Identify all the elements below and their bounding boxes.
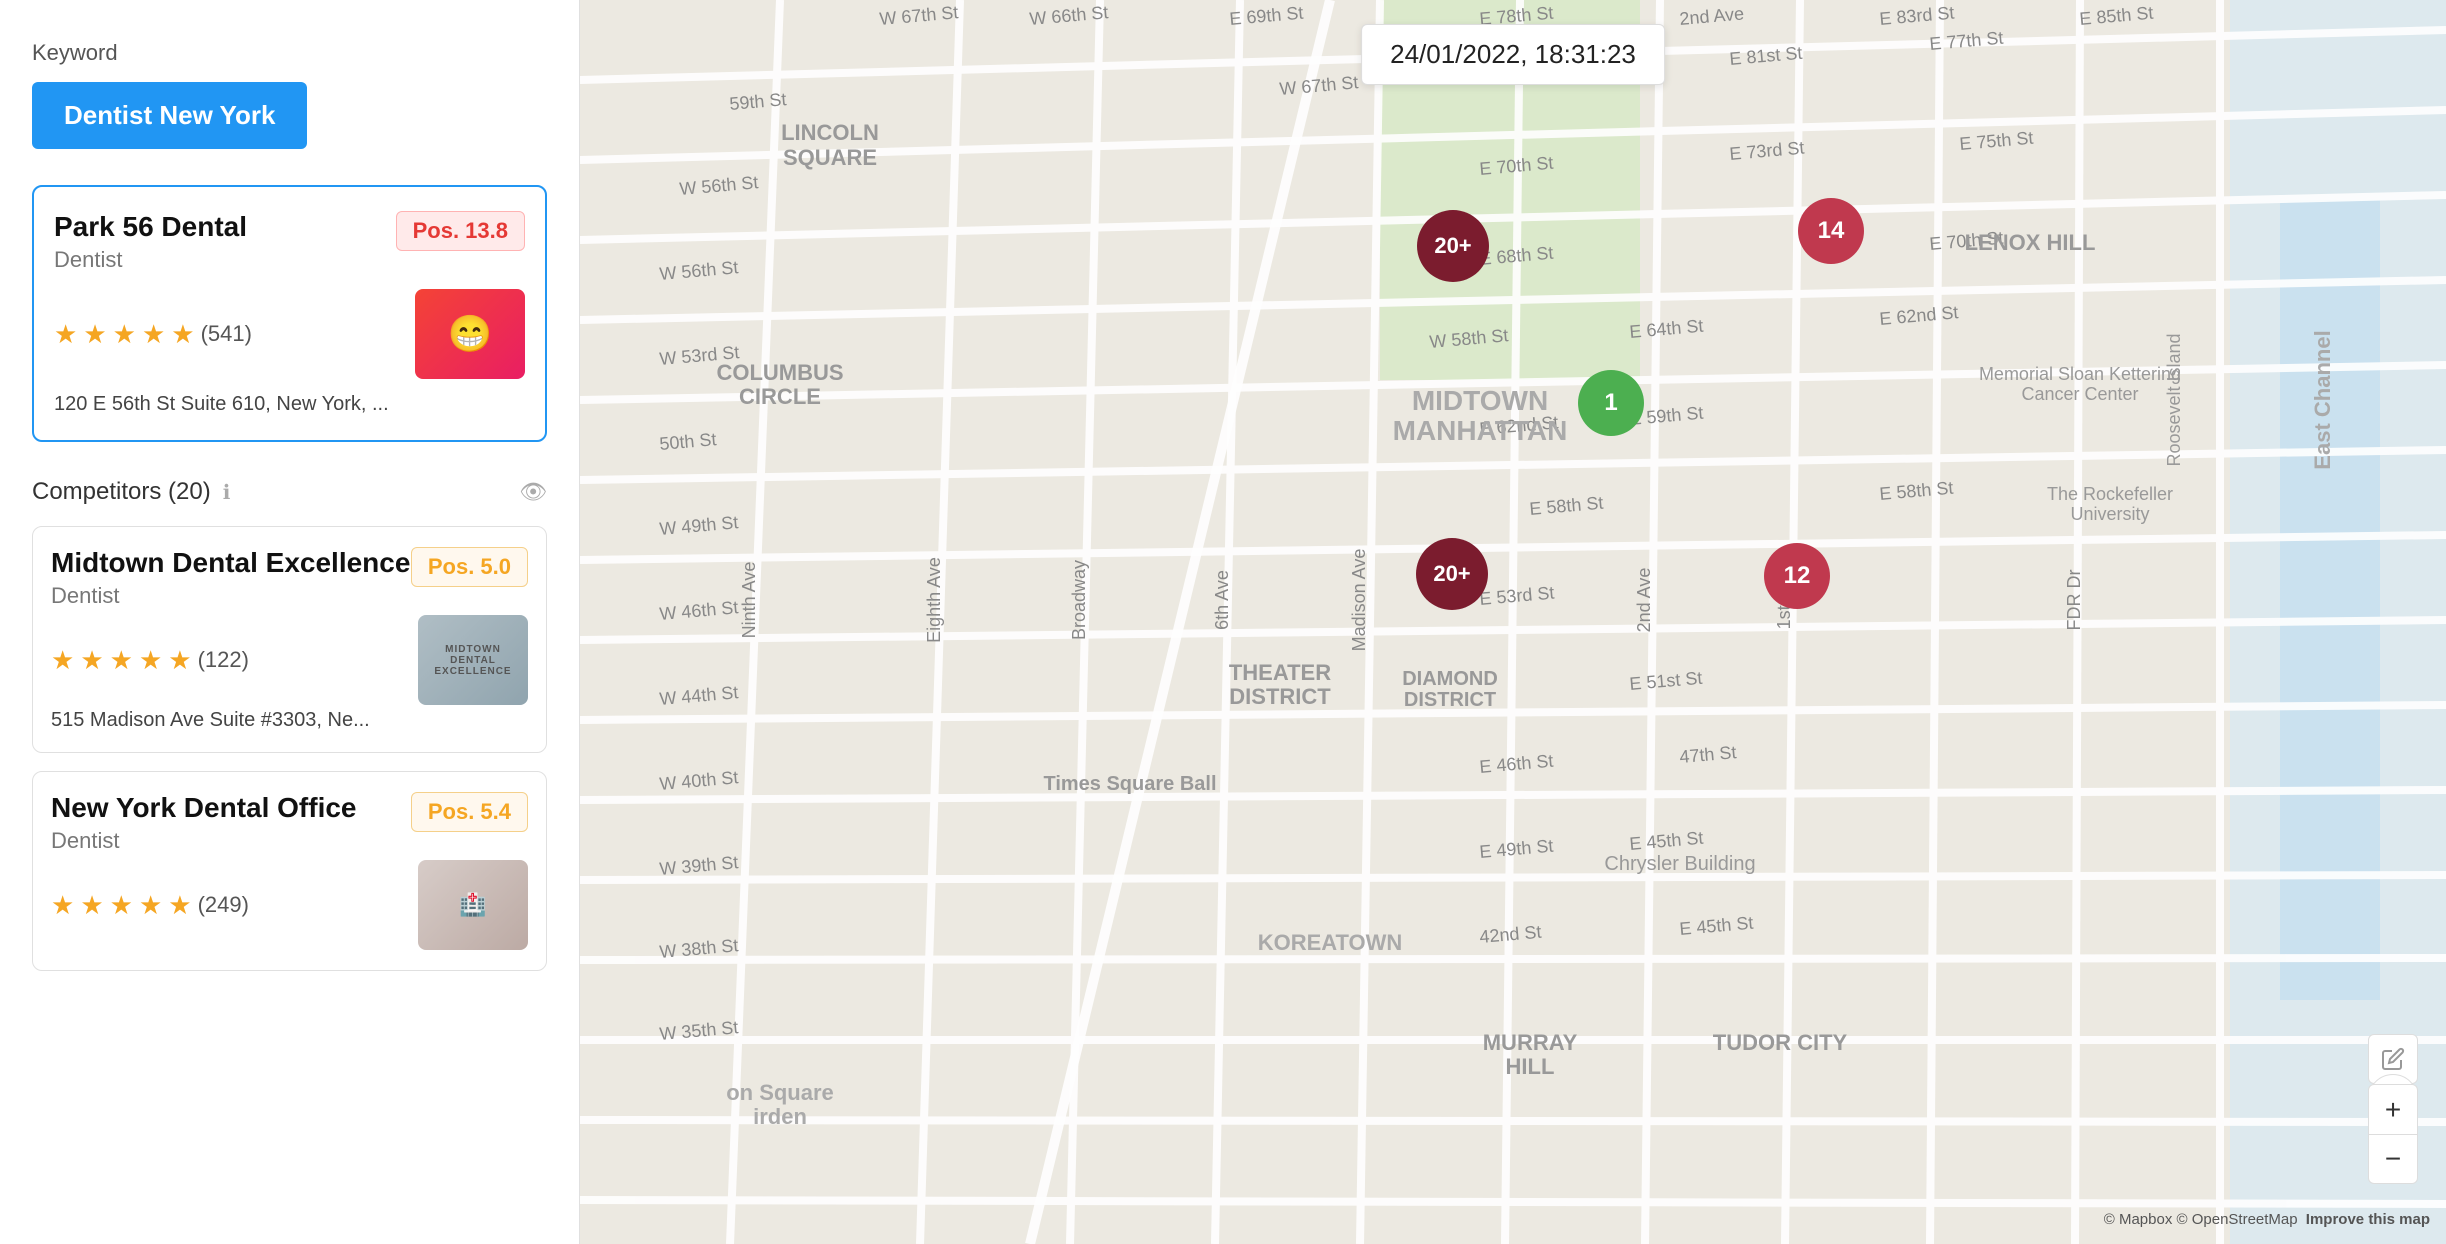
svg-text:HILL: HILL [1506, 1054, 1555, 1079]
competitor-info-1: Midtown Dental Excellence Dentist [51, 547, 410, 609]
business-type: Dentist [54, 247, 247, 273]
map-svg: W 67th St W 66th St E 69th St E 78th St … [580, 0, 2446, 1244]
svg-text:East Channel: East Channel [2310, 330, 2335, 469]
c2-star-3: ★ [110, 890, 133, 921]
svg-text:6th Ave: 6th Ave [1212, 570, 1232, 630]
competitor-image-2: 🏥 [418, 860, 528, 950]
stars-row: ★ ★ ★ ★ ★ (541) [54, 319, 252, 350]
left-panel: Keyword Dentist New York Park 56 Dental … [0, 0, 580, 1244]
competitor-image-1: MIDTOWNDENTAL EXCELLENCE [418, 615, 528, 705]
competitors-header: Competitors (20) ℹ 👁 [32, 478, 547, 506]
svg-text:Broadway: Broadway [1069, 560, 1089, 640]
competitors-title: Competitors (20) [32, 478, 211, 506]
svg-text:THEATER: THEATER [1229, 660, 1331, 685]
competitor-address-1: 515 Madison Ave Suite #3303, Ne... [51, 709, 528, 732]
star-4: ★ [142, 319, 165, 350]
svg-text:Ninth Ave: Ninth Ave [739, 562, 759, 639]
position-badge: Pos. 13.8 [396, 211, 525, 251]
c2-star-2: ★ [80, 890, 103, 921]
zoom-in-button[interactable]: + [2368, 1084, 2418, 1134]
c1-star-half: ★ [168, 645, 191, 676]
map-pin-3[interactable]: 1 [1578, 370, 1644, 436]
c1-star-2: ★ [80, 645, 103, 676]
c2-star-1: ★ [51, 890, 74, 921]
svg-text:Madison Ave: Madison Ave [1349, 549, 1369, 652]
competitor-name-2: New York Dental Office [51, 792, 357, 824]
svg-text:DIAMOND: DIAMOND [1402, 668, 1498, 690]
map-zoom-controls: + − [2368, 1084, 2418, 1184]
info-icon[interactable]: ℹ [223, 480, 231, 505]
c1-star-3: ★ [110, 645, 133, 676]
business-name: Park 56 Dental [54, 211, 247, 243]
c2-star-4: ★ [139, 890, 162, 921]
svg-text:University: University [2070, 504, 2149, 524]
competitor-pos-1: Pos. 5.0 [411, 547, 528, 587]
svg-text:COLUMBUS: COLUMBUS [716, 360, 843, 385]
svg-text:LINCOLN: LINCOLN [781, 120, 879, 145]
improve-map-link[interactable]: Improve this map [2306, 1211, 2430, 1228]
star-2: ★ [83, 319, 106, 350]
svg-text:Roosevelt Island: Roosevelt Island [2164, 333, 2184, 466]
svg-text:irden: irden [753, 1104, 807, 1129]
main-result-card: Park 56 Dental Dentist Pos. 13.8 ★ ★ ★ ★… [32, 185, 547, 442]
competitor-card-row: Midtown Dental Excellence Dentist Pos. 5… [51, 547, 528, 609]
svg-text:TUDOR CITY: TUDOR CITY [1713, 1030, 1848, 1055]
star-1: ★ [54, 319, 77, 350]
competitor-name-1: Midtown Dental Excellence [51, 547, 410, 579]
map-pin-1[interactable]: 20+ [1417, 210, 1489, 282]
map-pin-2[interactable]: 14 [1798, 198, 1864, 264]
keyword-button[interactable]: Dentist New York [32, 82, 307, 149]
svg-text:Eighth Ave: Eighth Ave [924, 557, 944, 643]
c2-star-half: ★ [168, 890, 191, 921]
business-address: 120 E 56th St Suite 610, New York, ... [54, 393, 525, 416]
svg-text:Chrysler Building: Chrysler Building [1604, 853, 1755, 875]
competitor-type-2: Dentist [51, 828, 357, 854]
competitor-pos-2: Pos. 5.4 [411, 792, 528, 832]
svg-text:SQUARE: SQUARE [783, 145, 877, 170]
competitor-middle-2: ★ ★ ★ ★ ★ (249) 🏥 [51, 860, 528, 950]
competitor-type-1: Dentist [51, 583, 410, 609]
competitor-stars-2: ★ ★ ★ ★ ★ (249) [51, 890, 249, 921]
c1-star-1: ★ [51, 645, 74, 676]
map-attribution: © Mapbox © OpenStreetMap Improve this ma… [2104, 1211, 2430, 1228]
review-count: (541) [201, 321, 252, 347]
zoom-out-button[interactable]: − [2368, 1134, 2418, 1184]
competitor-info-2: New York Dental Office Dentist [51, 792, 357, 854]
svg-text:CIRCLE: CIRCLE [739, 384, 821, 409]
business-image: 😁 [415, 289, 525, 379]
card-middle: ★ ★ ★ ★ ★ (541) 😁 [54, 289, 525, 379]
competitor-middle-1: ★ ★ ★ ★ ★ (122) MIDTOWNDENTAL EXCELLENCE [51, 615, 528, 705]
svg-text:DISTRICT: DISTRICT [1404, 689, 1496, 711]
svg-text:MIDTOWN: MIDTOWN [1412, 385, 1548, 416]
card-top: Park 56 Dental Dentist Pos. 13.8 [54, 211, 525, 273]
map-pin-4[interactable]: 20+ [1416, 538, 1488, 610]
c2-review-count: (249) [198, 892, 249, 918]
competitor-stars-1: ★ ★ ★ ★ ★ (122) [51, 645, 249, 676]
competitor-card-row-2: New York Dental Office Dentist Pos. 5.4 [51, 792, 528, 854]
svg-text:FDR Dr: FDR Dr [2064, 570, 2084, 631]
svg-text:MANHATTAN: MANHATTAN [1393, 415, 1568, 446]
svg-text:Cancer Center: Cancer Center [2021, 384, 2138, 404]
map-pin-5[interactable]: 12 [1764, 543, 1830, 609]
svg-text:Times Square Ball: Times Square Ball [1043, 773, 1216, 795]
svg-text:KOREATOWN: KOREATOWN [1258, 930, 1403, 955]
svg-text:The Rockefeller: The Rockefeller [2047, 484, 2173, 504]
svg-text:on Square: on Square [726, 1080, 834, 1105]
business-info: Park 56 Dental Dentist [54, 211, 247, 273]
keyword-label: Keyword [32, 40, 547, 66]
star-3: ★ [113, 319, 136, 350]
star-half: ★ [171, 319, 194, 350]
c1-review-count: (122) [198, 647, 249, 673]
eye-icon[interactable]: 👁 [519, 479, 547, 505]
c1-star-4: ★ [139, 645, 162, 676]
svg-text:2nd Ave: 2nd Ave [1634, 568, 1654, 633]
svg-text:LENOX HILL: LENOX HILL [1965, 230, 2096, 255]
competitor-card-1: Midtown Dental Excellence Dentist Pos. 5… [32, 526, 547, 753]
map-container[interactable]: W 67th St W 66th St E 69th St E 78th St … [580, 0, 2446, 1244]
svg-text:DISTRICT: DISTRICT [1229, 684, 1331, 709]
svg-text:Memorial Sloan Kettering: Memorial Sloan Kettering [1979, 364, 2181, 384]
svg-text:MURRAY: MURRAY [1483, 1030, 1578, 1055]
competitor-card-2: New York Dental Office Dentist Pos. 5.4 … [32, 771, 547, 971]
map-timestamp: 24/01/2022, 18:31:23 [1361, 24, 1665, 85]
